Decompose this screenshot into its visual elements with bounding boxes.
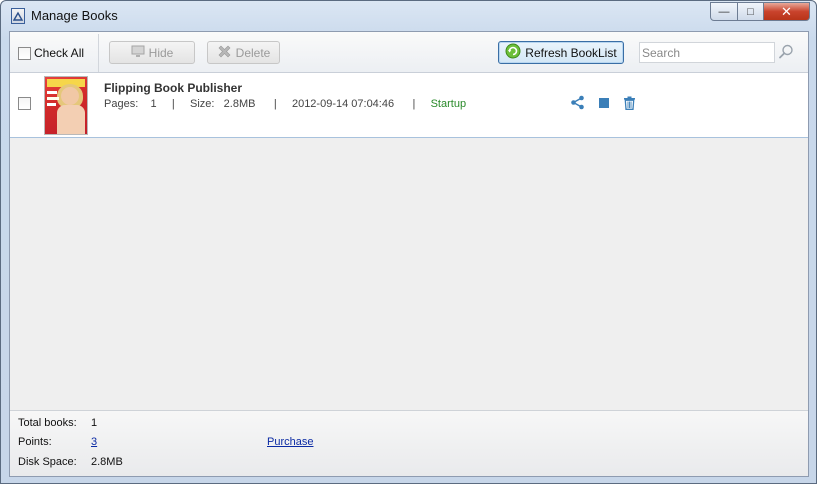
pages-label: Pages: — [104, 98, 139, 110]
x-icon — [217, 44, 232, 62]
hide-button[interactable]: Hide — [109, 41, 195, 64]
total-books-label: Total books: — [18, 417, 77, 429]
client-area: Check All Hide Delete Refresh BookList S… — [9, 31, 809, 477]
window-controls: — □ ✕ — [710, 2, 810, 21]
manage-books-window: Manage Books — □ ✕ Check All Hide Delete… — [0, 0, 817, 484]
maximize-button[interactable]: □ — [738, 2, 764, 21]
points-label: Points: — [18, 436, 52, 448]
monitor-icon — [131, 45, 145, 61]
book-title: Flipping Book Publisher — [104, 81, 242, 95]
check-all-checkbox[interactable] — [18, 46, 31, 60]
purchase-link[interactable]: Purchase — [267, 436, 313, 448]
refresh-booklist-button[interactable]: Refresh BookList — [498, 41, 624, 64]
points-link[interactable]: 3 — [91, 436, 97, 448]
book-checkbox[interactable] — [18, 97, 31, 110]
delete-label: Delete — [235, 45, 271, 60]
toolbar-separator — [98, 34, 99, 72]
date-value: 2012-09-14 07:04:46 — [291, 98, 395, 110]
size-label: Size: — [190, 98, 215, 110]
close-icon: ✕ — [781, 3, 792, 19]
status-footer: Total books: 1 Points: 3 Purchase Disk S… — [10, 410, 808, 476]
maximize-icon: □ — [747, 5, 754, 18]
search-input[interactable] — [640, 43, 774, 62]
size-value: 2.8MB — [223, 98, 256, 110]
trash-icon[interactable] — [622, 95, 637, 110]
minimize-button[interactable]: — — [710, 2, 738, 21]
book-row[interactable]: Flipping Book Publisher Pages: 1 | Size:… — [10, 73, 808, 138]
close-button[interactable]: ✕ — [764, 2, 810, 21]
book-list: Flipping Book Publisher Pages: 1 | Size:… — [10, 73, 808, 410]
book-cover-thumbnail[interactable] — [44, 76, 88, 135]
hide-label: Hide — [148, 45, 174, 60]
toolbar: Check All Hide Delete Refresh BookList S… — [10, 32, 808, 73]
search-icon[interactable] — [778, 44, 794, 63]
delete-button[interactable]: Delete — [207, 41, 280, 64]
minimize-icon: — — [718, 5, 730, 18]
total-books-value: 1 — [91, 417, 98, 429]
status-badge: Startup — [430, 98, 467, 110]
check-all-label[interactable]: Check All — [34, 46, 84, 60]
share-icon[interactable] — [570, 95, 585, 110]
title-bar[interactable]: Manage Books — □ ✕ — [1, 1, 816, 31]
row-actions — [570, 95, 637, 110]
check-all[interactable]: Check All — [18, 46, 84, 60]
search-box[interactable] — [639, 42, 775, 63]
book-meta: Pages: 1 | Size: 2.8MB | 2012-09-14 07:0… — [104, 98, 466, 110]
document-icon — [11, 8, 25, 24]
refresh-label: Refresh BookList — [525, 45, 617, 60]
refresh-icon — [505, 43, 521, 62]
disk-space-label: Disk Space: — [18, 456, 77, 468]
stop-square-icon[interactable] — [596, 95, 611, 110]
disk-space-value: 2.8MB — [91, 456, 123, 468]
window-title: Manage Books — [31, 8, 118, 23]
